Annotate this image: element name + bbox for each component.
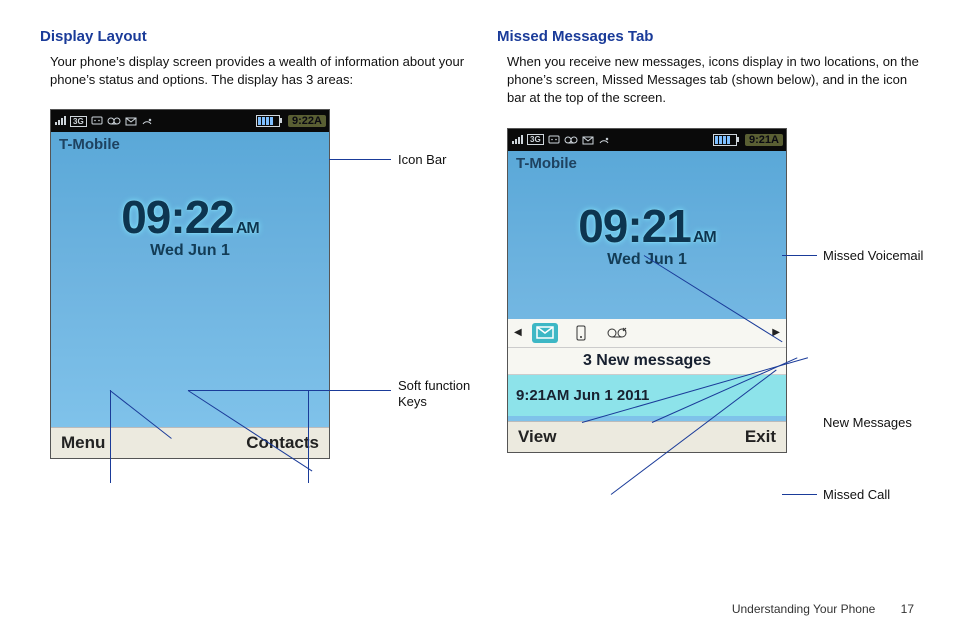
message-icon xyxy=(582,135,594,145)
callout-icon-bar: Icon Bar xyxy=(398,152,446,167)
soft-key-bar: View Exit xyxy=(508,421,786,452)
phone-screenshot-left: 3G 9:22A T-Mobile 09:22AM xyxy=(50,109,330,459)
soft-key-left[interactable]: View xyxy=(518,427,556,447)
callout-line xyxy=(782,494,817,495)
intro-right: When you receive new messages, icons dis… xyxy=(507,53,924,108)
right-column: Missed Messages Tab When you receive new… xyxy=(497,28,924,459)
message-icon xyxy=(125,116,137,126)
heading-missed-messages: Missed Messages Tab xyxy=(497,28,924,45)
missed-messages-tab: ◀ ▶ 3 New messages 9:21AM Jun 1 20 xyxy=(508,319,786,416)
soft-key-right[interactable]: Exit xyxy=(745,427,776,447)
im-icon xyxy=(548,135,560,145)
callout-missed-call: Missed Call xyxy=(823,487,890,502)
date-label: Wed Jun 1 xyxy=(508,251,786,269)
voicemail-icon xyxy=(107,116,121,126)
left-column: Display Layout Your phone’s display scre… xyxy=(40,28,467,459)
callout-line xyxy=(110,390,111,483)
date-label: Wed Jun 1 xyxy=(51,242,329,260)
callout-new-messages: New Messages xyxy=(823,415,912,430)
notification-tab-row: ◀ ▶ xyxy=(508,319,786,347)
missed-call-icon xyxy=(141,116,153,126)
icon-bar: 3G 9:21A xyxy=(508,129,786,151)
network-3g-icon: 3G xyxy=(70,116,87,127)
callout-missed-voicemail: Missed Voicemail xyxy=(823,248,923,263)
tab-missed-voicemail[interactable] xyxy=(604,323,630,343)
tab-missed-call[interactable] xyxy=(568,323,594,343)
page-footer: Understanding Your Phone 17 xyxy=(732,602,914,616)
callout-line xyxy=(782,255,817,256)
time-digits: 09:21 xyxy=(578,200,691,252)
time-ampm: AM xyxy=(693,229,716,246)
tab-new-message[interactable] xyxy=(532,323,558,343)
callout-line xyxy=(329,159,391,160)
notification-heading: 3 New messages xyxy=(508,347,786,375)
network-3g-icon: 3G xyxy=(527,134,544,145)
statusbar-clock: 9:21A xyxy=(745,134,783,146)
signal-icon xyxy=(511,135,523,145)
im-icon xyxy=(91,116,103,126)
home-wallpaper: T-Mobile 09:22AM Wed Jun 1 xyxy=(51,132,329,427)
voicemail-icon xyxy=(564,135,578,145)
carrier-label: T-Mobile xyxy=(516,155,577,172)
callout-line xyxy=(188,390,391,391)
carrier-label: T-Mobile xyxy=(59,136,120,153)
battery-icon xyxy=(713,134,737,146)
footer-section: Understanding Your Phone xyxy=(732,602,875,616)
soft-key-left[interactable]: Menu xyxy=(61,433,105,453)
intro-left: Your phone’s display screen provides a w… xyxy=(50,53,467,89)
page-number: 17 xyxy=(901,602,914,616)
battery-icon xyxy=(256,115,280,127)
time-digits: 09:22 xyxy=(121,191,234,243)
heading-display-layout: Display Layout xyxy=(40,28,467,45)
signal-icon xyxy=(54,116,66,126)
callout-soft-keys: Soft function Keys xyxy=(398,378,488,411)
time-ampm: AM xyxy=(236,220,259,237)
icon-bar: 3G 9:22A xyxy=(51,110,329,132)
chevron-left-icon[interactable]: ◀ xyxy=(514,327,522,338)
statusbar-clock: 9:22A xyxy=(288,115,326,127)
missed-call-icon xyxy=(598,135,610,145)
